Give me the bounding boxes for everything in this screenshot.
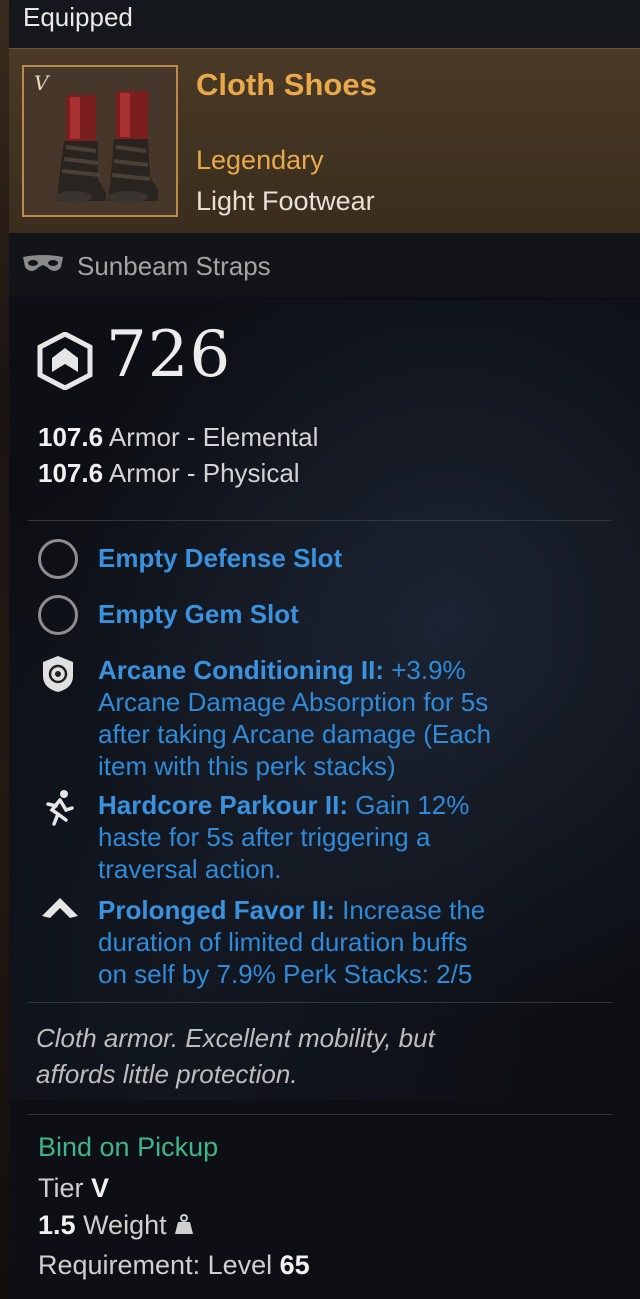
- armor-elemental-label: Armor - Elemental: [108, 422, 319, 452]
- item-rarity: Legendary: [196, 145, 324, 175]
- weight-value: 1.5: [38, 1210, 76, 1240]
- armor-elemental-line: 107.6 Armor - Elemental: [38, 422, 318, 453]
- flavor-line: Cloth armor. Excellent mobility, but: [36, 1023, 435, 1053]
- defense-slot-text: Empty Defense Slot: [98, 543, 343, 573]
- weight-label: Weight: [83, 1210, 167, 1240]
- item-name: Cloth Shoes: [196, 67, 377, 102]
- perk-name: Arcane Conditioning II:: [98, 655, 384, 685]
- skin-row: Sunbeam Straps: [9, 233, 640, 297]
- gear-score-icon: [37, 332, 93, 390]
- perk-name: Prolonged Favor II:: [98, 895, 335, 925]
- divider: [28, 1114, 612, 1115]
- perk-desc: haste for 5s after triggering a: [98, 822, 431, 852]
- equipped-header: Equipped: [9, 0, 640, 48]
- perk-desc: traversal action.: [98, 854, 282, 884]
- item-header: V Cloth Shoes Legendary Light Footwear: [9, 48, 640, 234]
- item-type: Light Footwear: [196, 186, 375, 216]
- tier-line: Tier V: [38, 1173, 109, 1204]
- weight-icon: [175, 1214, 194, 1234]
- requirement-label: Requirement: Level: [38, 1250, 273, 1280]
- requirement-level: 65: [279, 1250, 310, 1280]
- perk-desc: on self by 7.9% Perk Stacks: 2/5: [98, 959, 473, 989]
- perk-desc: Arcane Damage Absorption for 5s: [98, 687, 489, 717]
- perk-desc: +3.9%: [384, 655, 466, 685]
- perk-desc: Increase the: [334, 895, 486, 925]
- gem-slot-text: Empty Gem Slot: [98, 599, 299, 629]
- perk-arcane-conditioning: Arcane Conditioning II: +3.9% Arcane Dam…: [98, 654, 491, 782]
- armor-physical-value: 107.6: [38, 458, 104, 488]
- gear-score-value: 726: [106, 318, 232, 392]
- weight-line: 1.5 Weight: [38, 1210, 194, 1241]
- running-figure-icon: [46, 790, 74, 826]
- tier-mark: V: [34, 71, 49, 95]
- shield-perk-icon: [43, 656, 73, 692]
- perk-desc: item with this perk stacks): [98, 751, 396, 781]
- tier-value: V: [91, 1173, 110, 1203]
- perk-hardcore-parkour: Hardcore Parkour II: Gain 12% haste for …: [98, 789, 469, 885]
- tier-label: Tier: [38, 1173, 84, 1203]
- perk-prolonged-favor: Prolonged Favor II: Increase the duratio…: [98, 894, 485, 990]
- defense-slot-label: Empty Defense Slot: [98, 542, 342, 574]
- gem-slot-label: Empty Gem Slot: [98, 598, 299, 630]
- item-icon: V: [22, 65, 178, 217]
- perk-desc: after taking Arcane damage (Each: [98, 719, 492, 749]
- requirement-line: Requirement: Level 65: [38, 1250, 310, 1281]
- divider: [28, 520, 612, 521]
- perk-name: Hardcore Parkour II:: [98, 790, 348, 820]
- equipped-label: Equipped: [23, 2, 133, 32]
- left-frame-edge: [0, 0, 9, 1299]
- mask-icon: [23, 255, 63, 271]
- armor-physical-line: 107.6 Armor - Physical: [38, 458, 300, 489]
- flavor-text: Cloth armor. Excellent mobility, but aff…: [36, 1020, 596, 1092]
- bind-on-pickup: Bind on Pickup: [38, 1132, 219, 1162]
- skin-name: Sunbeam Straps: [77, 251, 271, 281]
- perk-desc: Gain 12%: [347, 790, 470, 820]
- divider: [28, 1002, 612, 1003]
- chevron-up-icon: [42, 898, 78, 918]
- perk-desc: duration of limited duration buffs: [98, 927, 468, 957]
- empty-slot-icon: [38, 539, 78, 579]
- empty-slot-icon: [38, 595, 78, 635]
- armor-elemental-value: 107.6: [38, 422, 104, 452]
- armor-physical-label: Armor - Physical: [108, 458, 300, 488]
- flavor-line: affords little protection.: [36, 1059, 298, 1089]
